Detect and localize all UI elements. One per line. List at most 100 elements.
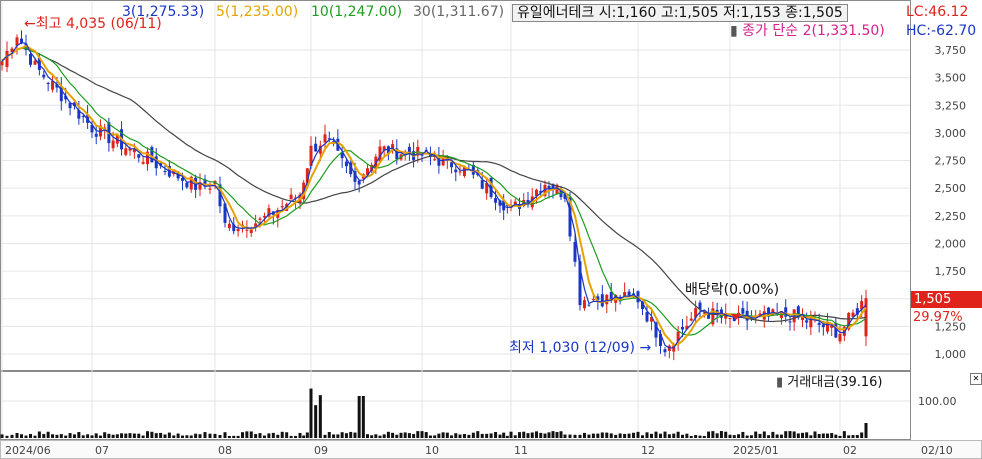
volume-bar [370, 435, 374, 438]
volume-bar [719, 431, 723, 438]
volume-bar [600, 432, 604, 438]
volume-bar [614, 434, 618, 438]
candle-body [0, 61, 4, 66]
volume-bar [596, 433, 600, 438]
volume-bar [407, 433, 411, 438]
ma3-line [1, 42, 867, 349]
candle-body [494, 198, 498, 203]
volume-bar [403, 432, 407, 438]
volume-bar [59, 434, 63, 438]
volume-bar [176, 433, 180, 438]
volume-bar [494, 432, 498, 438]
volume-bar [775, 434, 779, 438]
volume-bar [758, 433, 762, 438]
volume-bar [681, 434, 684, 438]
volume-bar [120, 433, 124, 438]
volume-bar [399, 432, 403, 438]
volume-bar [332, 434, 336, 438]
volume-bar [314, 405, 318, 438]
volume-bar [42, 434, 46, 438]
volume-close-button[interactable]: ✕ [970, 373, 982, 385]
volume-bar [659, 433, 662, 438]
candle-body [450, 162, 454, 168]
volume-bar [0, 434, 4, 438]
volume-bar [547, 432, 551, 438]
volume-bar [847, 435, 851, 438]
candle-body [480, 180, 484, 189]
volume-bar [309, 388, 313, 438]
candle-body [433, 159, 437, 161]
price-tick-label: 2,750 [935, 155, 967, 168]
volume-bar [471, 432, 475, 438]
volume-bar [801, 432, 804, 438]
volume-bar [715, 433, 719, 438]
volume-bar [132, 433, 136, 438]
volume-bar [498, 434, 502, 438]
volume-bar [702, 435, 706, 438]
volume-bar [591, 433, 595, 438]
volume-bar [33, 435, 37, 438]
volume-bar [276, 434, 280, 438]
volume-bar [667, 434, 671, 438]
volume-bar [141, 435, 145, 438]
candle-body [227, 223, 231, 229]
volume-bar [15, 433, 19, 438]
volume-bar [167, 432, 171, 438]
candle-body [208, 188, 212, 190]
volume-bar [741, 431, 745, 438]
volume-bar [344, 433, 348, 438]
candle-body [600, 294, 604, 307]
volume-bar [698, 435, 702, 438]
volume-bar [146, 431, 149, 438]
volume-bar [745, 435, 749, 438]
volume-bar [762, 431, 766, 438]
candle-body [587, 304, 591, 306]
volume-bar [685, 433, 689, 438]
volume-bar [767, 435, 771, 438]
volume-bar [208, 433, 212, 438]
ma5-legend: 5(1,235.00) [216, 4, 299, 20]
volume-bar [323, 434, 327, 438]
candle-body [573, 241, 577, 262]
low-annotation: 최저 1,030 (12/09) → [509, 340, 652, 356]
volume-bar [20, 434, 23, 438]
volume-bar [522, 431, 526, 438]
volume-bar [502, 432, 506, 438]
volume-bar [115, 434, 119, 438]
volume-bar [357, 396, 361, 438]
volume-bar [711, 431, 715, 438]
candle-body [289, 194, 293, 200]
volume-bar [796, 433, 800, 438]
candle-body [141, 161, 145, 164]
volume-bar [632, 432, 636, 438]
price-tick-label: 3,750 [935, 44, 967, 57]
volume-bar [518, 432, 521, 438]
volume-bar [788, 431, 792, 438]
volume-bar [805, 432, 809, 438]
price-chart-canvas[interactable]: 3,750 3,500 3,250 3,000 2,750 2,500 2,250 2,000… [0, 0, 982, 459]
candle-body [42, 74, 46, 78]
volume-bar [298, 432, 302, 438]
volume-bar [46, 431, 50, 438]
volume-bar [860, 432, 864, 438]
volume-bar [37, 431, 41, 438]
candle-body [236, 229, 240, 232]
volume-bar [361, 396, 365, 438]
volume-bar [223, 432, 227, 438]
volume-bar [55, 434, 59, 438]
candle-body [137, 154, 141, 158]
volume-bar [578, 434, 582, 438]
volume-bar [563, 434, 567, 438]
date-tick-label: 09 [314, 444, 328, 457]
volume-bar [480, 433, 484, 438]
volume-bar [555, 432, 559, 438]
volume-bar [128, 433, 132, 438]
volume-bar [851, 435, 855, 438]
volume-bar [732, 435, 736, 438]
date-tick-label: 02/10 [921, 444, 953, 457]
candle-body [29, 53, 32, 65]
volume-bar [543, 433, 547, 438]
volume-bar [189, 435, 193, 438]
volume-bar [412, 434, 416, 438]
ma10-legend: 10(1,247.00) [311, 4, 403, 20]
